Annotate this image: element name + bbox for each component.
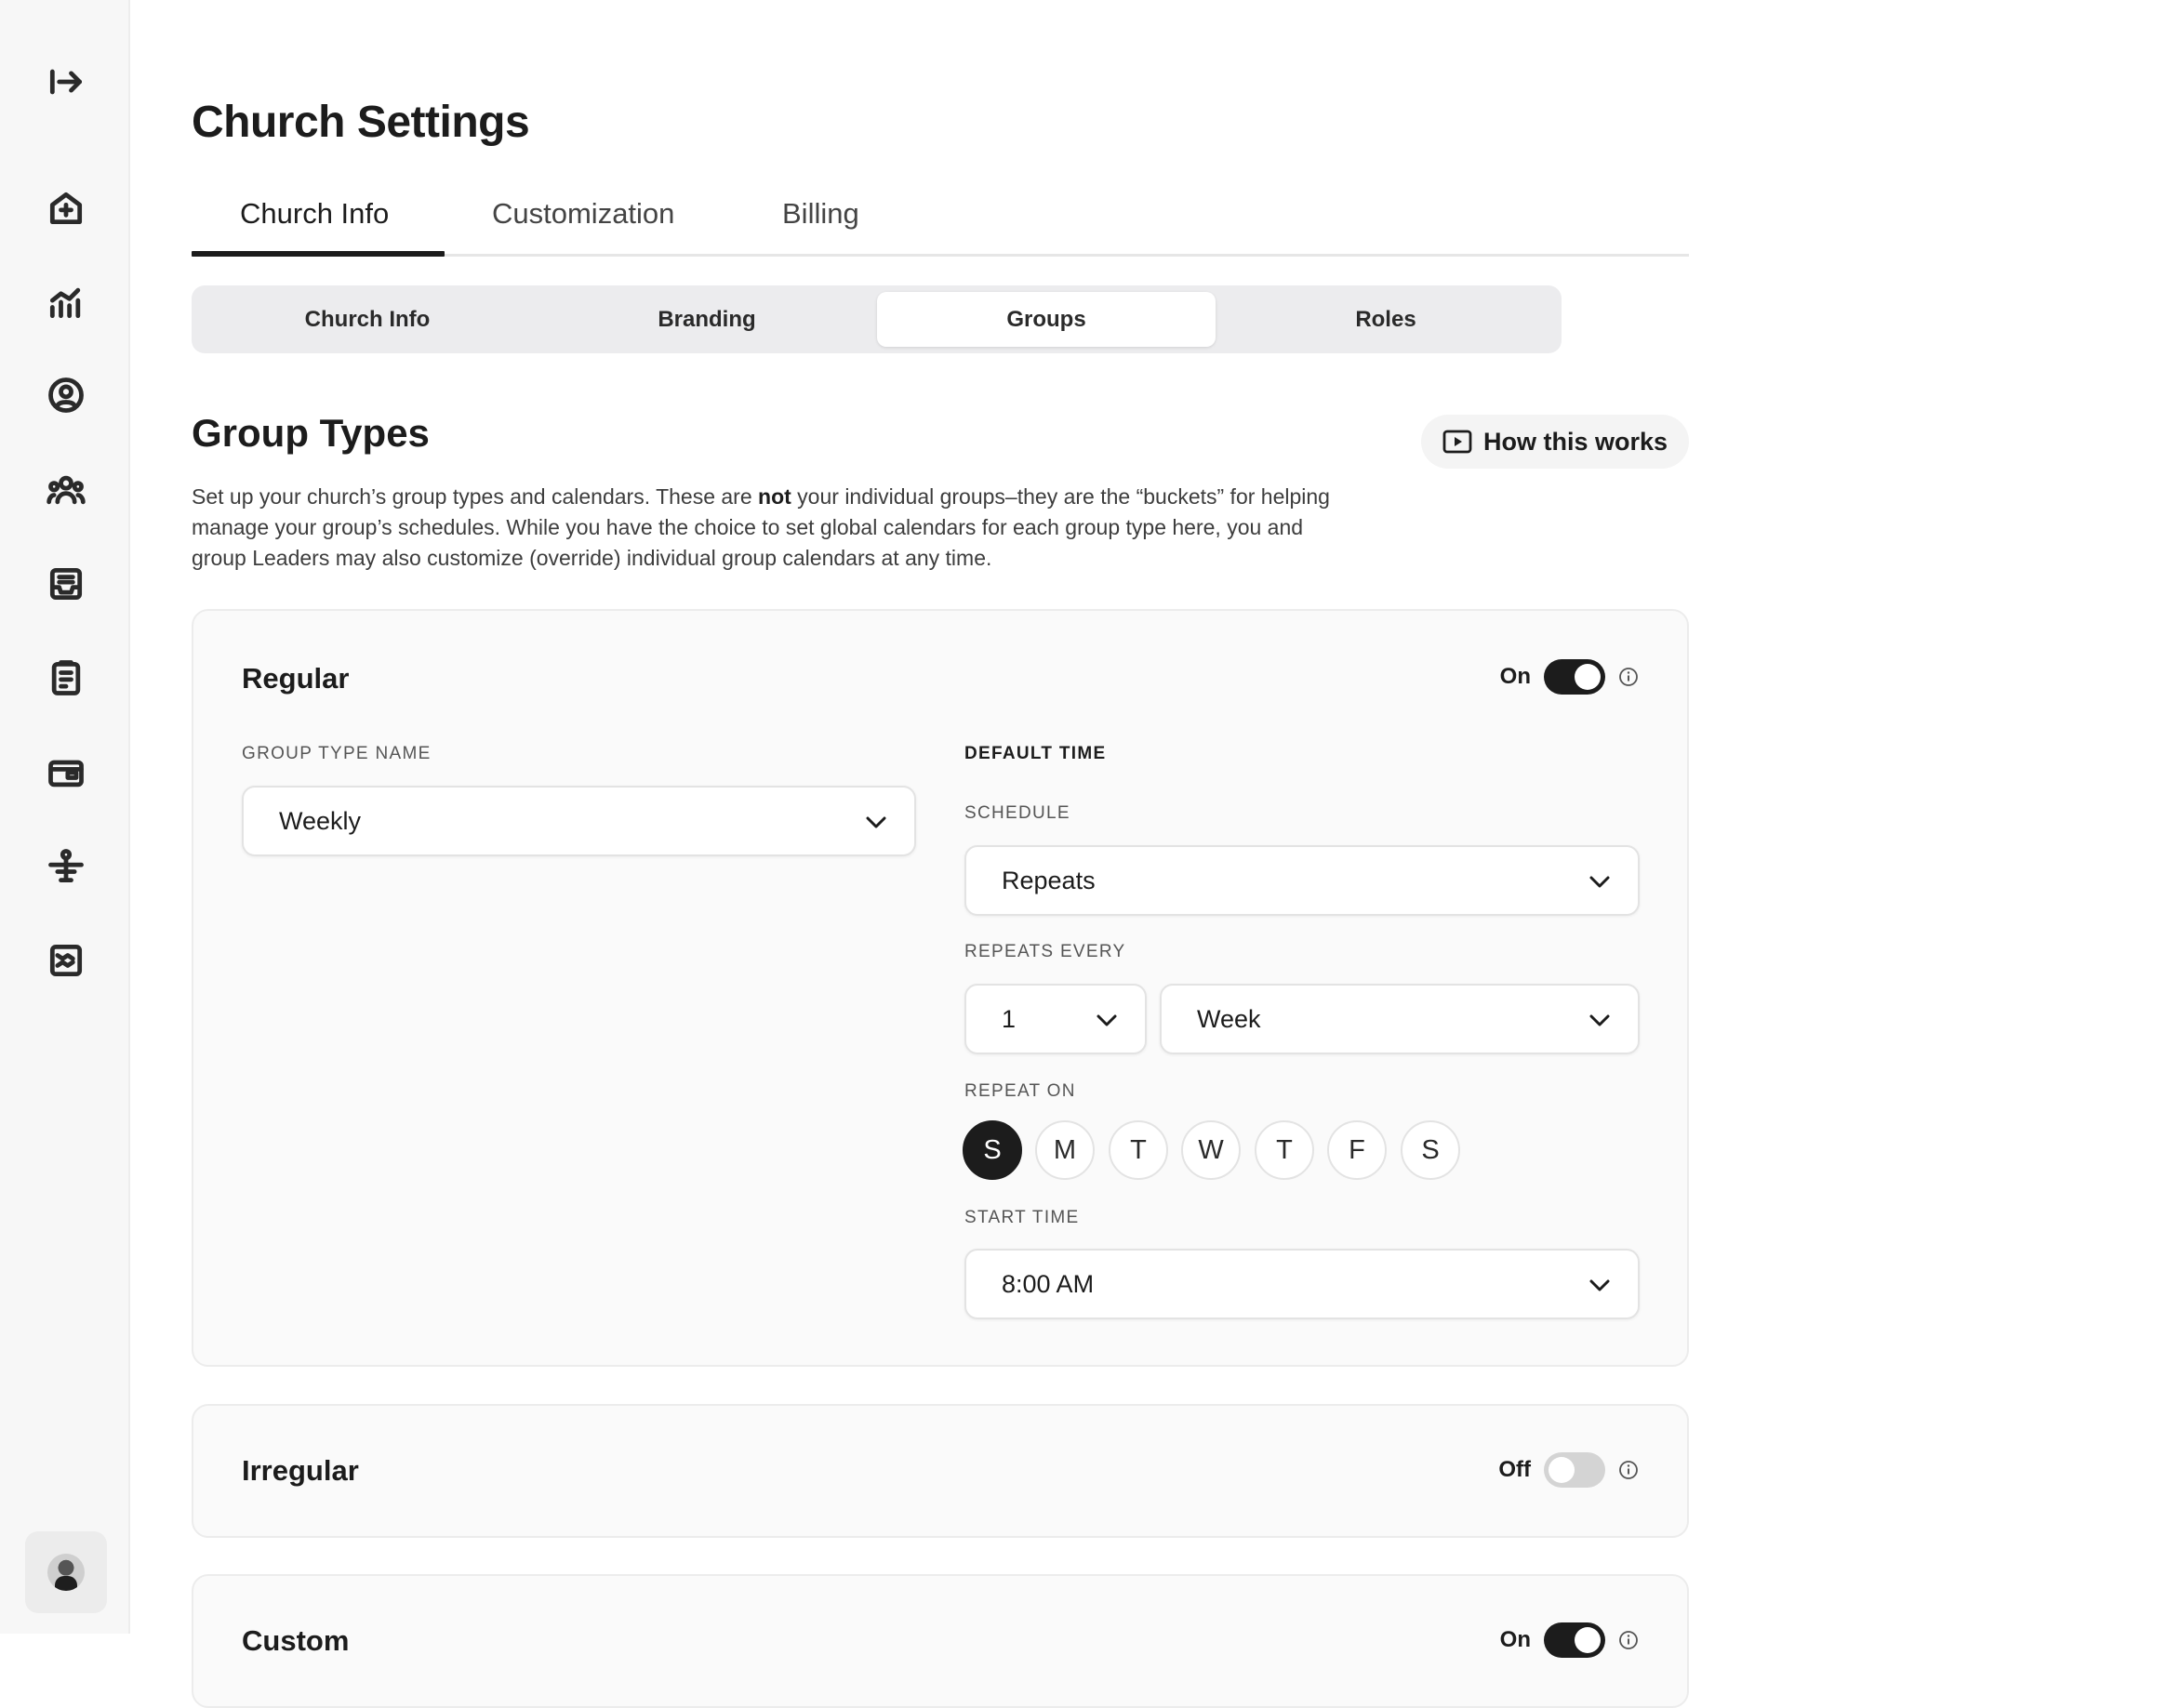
subtab-branding[interactable]: Branding bbox=[538, 292, 876, 347]
repeats-unit-select[interactable]: Week bbox=[1160, 984, 1640, 1054]
primary-tabs: Church Info Customization Billing bbox=[192, 186, 1689, 257]
start-time-value: 8:00 AM bbox=[1002, 1269, 1095, 1298]
how-this-works-button[interactable]: How this works bbox=[1421, 415, 1689, 469]
pray-icon[interactable] bbox=[41, 841, 91, 892]
subtab-church-info[interactable]: Church Info bbox=[198, 292, 537, 347]
custom-group-card: Custom On bbox=[192, 1574, 1689, 1708]
regular-toggle-label: On bbox=[1499, 664, 1531, 689]
clipboard-icon[interactable] bbox=[41, 653, 91, 703]
regular-toggle-group: On bbox=[1500, 659, 1639, 695]
inbox-icon[interactable] bbox=[41, 559, 91, 609]
profile-icon[interactable] bbox=[41, 370, 91, 420]
info-icon[interactable] bbox=[1618, 1460, 1639, 1480]
schedule-label: SCHEDULE bbox=[964, 803, 1070, 823]
custom-toggle-label: On bbox=[1499, 1627, 1531, 1652]
user-avatar-button[interactable] bbox=[25, 1531, 107, 1613]
section-description: Set up your church’s group types and cal… bbox=[192, 484, 1330, 570]
chevron-down-icon bbox=[1589, 1014, 1610, 1026]
home-icon[interactable] bbox=[41, 183, 91, 233]
reports-icon[interactable] bbox=[41, 935, 91, 986]
irregular-group-card: Irregular Off bbox=[192, 1404, 1689, 1538]
irregular-card-title: Irregular bbox=[242, 1454, 359, 1487]
groups-icon[interactable] bbox=[41, 465, 91, 515]
chevron-down-icon bbox=[1097, 1014, 1117, 1026]
irregular-toggle[interactable] bbox=[1544, 1452, 1605, 1488]
group-type-name-select[interactable]: Weekly bbox=[242, 786, 916, 856]
start-time-select[interactable]: 8:00 AM bbox=[964, 1249, 1640, 1319]
custom-toggle-group: On bbox=[1500, 1622, 1639, 1658]
group-type-name-value: Weekly bbox=[279, 806, 362, 835]
subtab-groups[interactable]: Groups bbox=[877, 292, 1216, 347]
regular-toggle[interactable] bbox=[1544, 659, 1605, 695]
section-title: Group Types bbox=[192, 411, 430, 455]
expand-sidebar-icon[interactable] bbox=[41, 57, 91, 107]
sidebar bbox=[0, 0, 130, 1634]
start-time-label: START TIME bbox=[964, 1208, 1080, 1227]
schedule-value: Repeats bbox=[1002, 866, 1096, 894]
day-saturday[interactable]: S bbox=[1401, 1120, 1460, 1180]
tab-customization[interactable]: Customization bbox=[492, 197, 674, 231]
repeat-on-label: REPEAT ON bbox=[964, 1081, 1076, 1101]
day-monday[interactable]: M bbox=[1035, 1120, 1095, 1180]
custom-card-title: Custom bbox=[242, 1624, 350, 1657]
irregular-toggle-label: Off bbox=[1498, 1457, 1531, 1482]
day-wednesday[interactable]: W bbox=[1181, 1120, 1241, 1180]
subtab-roles[interactable]: Roles bbox=[1216, 292, 1555, 347]
day-sunday[interactable]: S bbox=[963, 1120, 1022, 1180]
wallet-icon[interactable] bbox=[41, 748, 91, 798]
subtabs: Church Info Branding Groups Roles bbox=[192, 285, 1562, 353]
repeats-count-select[interactable]: 1 bbox=[964, 984, 1147, 1054]
how-this-works-label: How this works bbox=[1482, 427, 1668, 456]
active-tab-indicator bbox=[192, 251, 445, 257]
regular-card-title: Regular bbox=[242, 662, 350, 695]
tab-billing[interactable]: Billing bbox=[782, 197, 859, 231]
play-video-icon bbox=[1442, 430, 1472, 454]
group-type-name-label: GROUP TYPE NAME bbox=[242, 744, 432, 763]
custom-toggle[interactable] bbox=[1544, 1622, 1605, 1658]
irregular-toggle-group: Off bbox=[1498, 1452, 1639, 1488]
info-icon[interactable] bbox=[1618, 667, 1639, 687]
default-time-label: DEFAULT TIME bbox=[964, 744, 1107, 763]
schedule-select[interactable]: Repeats bbox=[964, 845, 1640, 916]
avatar bbox=[47, 1554, 85, 1591]
tab-church-info[interactable]: Church Info bbox=[240, 197, 389, 231]
regular-group-card: Regular On GROUP TYPE NAME Weekly DEFAUL… bbox=[192, 609, 1689, 1367]
repeats-count-value: 1 bbox=[1002, 1004, 1017, 1033]
info-icon[interactable] bbox=[1618, 1630, 1639, 1650]
day-thursday[interactable]: T bbox=[1255, 1120, 1314, 1180]
analytics-icon[interactable] bbox=[41, 277, 91, 327]
chevron-down-icon bbox=[1589, 876, 1610, 888]
day-tuesday[interactable]: T bbox=[1109, 1120, 1168, 1180]
chevron-down-icon bbox=[866, 816, 886, 828]
chevron-down-icon bbox=[1589, 1279, 1610, 1291]
day-friday[interactable]: F bbox=[1327, 1120, 1387, 1180]
repeats-unit-value: Week bbox=[1197, 1004, 1261, 1033]
repeats-every-label: REPEATS EVERY bbox=[964, 942, 1126, 961]
page-title: Church Settings bbox=[192, 98, 530, 147]
